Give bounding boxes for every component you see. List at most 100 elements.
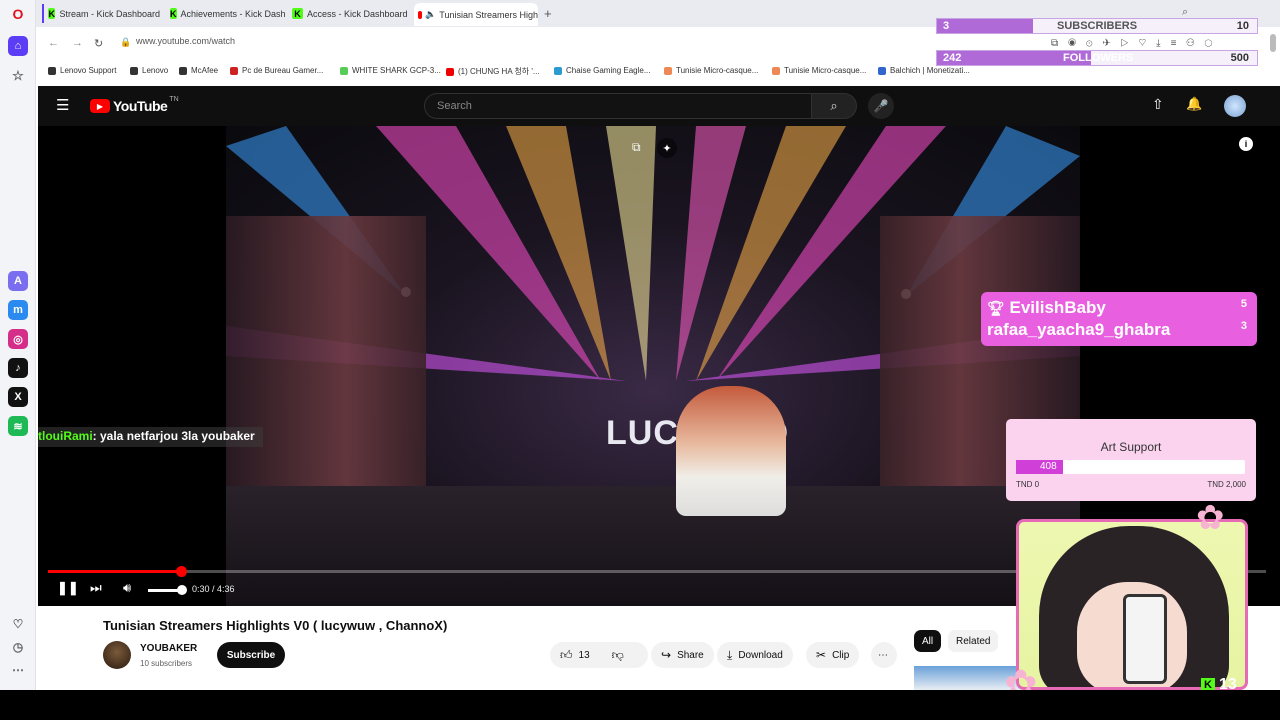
x-icon[interactable]: X: [8, 387, 28, 407]
subscribe-button[interactable]: Subscribe: [217, 642, 285, 668]
history-icon[interactable]: ◷: [8, 637, 28, 657]
phone-prop: [1123, 594, 1167, 684]
trophy-icon: 🏆︎: [987, 300, 1005, 316]
instagram-icon[interactable]: ◎: [8, 329, 28, 349]
channel-name[interactable]: YOUBAKER: [140, 643, 197, 654]
chip-all[interactable]: All: [914, 630, 942, 652]
goal-min: TND 0: [1016, 480, 1040, 489]
like-button[interactable]: 👍︎ 13 👎︎: [550, 642, 648, 668]
followers-goal: 500: [1230, 52, 1249, 64]
time-display: 0:30 / 4:36: [192, 584, 235, 594]
extension-icons: ⧉◉⊙✈▷♡⤓≡⚇⬡: [1051, 38, 1223, 49]
clip-button[interactable]: ✂ Clip: [806, 642, 860, 668]
bookmark[interactable]: Balchich | Monetizati...: [878, 66, 970, 75]
bookmark[interactable]: (1) CHUNG HA 청하 '...: [446, 66, 540, 77]
messenger-icon[interactable]: m: [8, 300, 28, 320]
vtuber-avatar: [1016, 519, 1248, 690]
next-icon[interactable]: ⏭: [90, 580, 102, 596]
sparkle-icon[interactable]: ✦: [657, 138, 677, 158]
aria-icon[interactable]: A: [8, 271, 28, 291]
channel-avatar[interactable]: [103, 641, 131, 669]
subscribers-goal-fill: [937, 19, 1033, 33]
scrollbar-handle[interactable]: [1270, 34, 1276, 52]
home-icon[interactable]: ⌂: [8, 36, 28, 56]
url-field[interactable]: www.youtube.com/watch: [136, 36, 235, 46]
download-icon: ⤓: [727, 647, 733, 662]
more-icon[interactable]: ⋯: [8, 660, 28, 680]
subscribers-goal: 10: [1236, 20, 1249, 32]
reload-icon[interactable]: ↻: [94, 37, 103, 50]
upload-icon[interactable]: ⇧: [1152, 96, 1164, 113]
seek-progress: [48, 570, 181, 573]
top-fan-row: 🏆︎ EvilishBaby 5: [987, 298, 1247, 317]
bookmark[interactable]: Tunisie Micro-casque...: [772, 66, 866, 75]
bell-icon[interactable]: 🔔: [1186, 96, 1202, 112]
volume-icon[interactable]: 🔊︎: [123, 580, 131, 596]
youtube-logo[interactable]: ▶ YouTube TN: [90, 96, 179, 114]
more-actions-button[interactable]: ⋯: [871, 642, 897, 668]
video-title: Tunisian Streamers Highlights V0 ( lucyw…: [103, 618, 448, 633]
bookmark[interactable]: McAfee: [179, 66, 218, 75]
screen: { "browser": { "tabs": [ {"label": "Stre…: [0, 0, 1280, 720]
flower-decoration-icon: ✿: [1196, 499, 1225, 537]
tab-youtube[interactable]: 🔈 Tunisian Streamers High: [414, 3, 538, 26]
account-avatar[interactable]: [1224, 95, 1246, 117]
goal-track: 408: [1016, 460, 1245, 474]
tab-kick-stream[interactable]: K Stream - Kick Dashboard: [42, 4, 160, 23]
bookmark[interactable]: Lenovo Support: [48, 66, 117, 75]
thumb-up-icon: 👍︎: [560, 647, 573, 662]
info-icon[interactable]: i: [1239, 137, 1253, 151]
youtube-icon: [418, 10, 423, 19]
share-button[interactable]: ↪ Share: [651, 642, 714, 668]
bookmark[interactable]: Pc de Bureau Gamer...: [230, 66, 323, 75]
subscribers-label: SUBSCRIBERS: [1057, 20, 1138, 32]
tiktok-icon[interactable]: ♪: [8, 358, 28, 378]
spotify-icon[interactable]: ≋: [8, 416, 28, 436]
chip-related[interactable]: Related: [948, 630, 999, 652]
scissors-icon: ✂: [816, 648, 827, 662]
share-icon: ↪: [661, 648, 672, 662]
star-icon[interactable]: ☆: [8, 66, 28, 86]
donation-goal-widget: Art Support 408 TND 0 TND 2,000: [1006, 419, 1256, 501]
speaker-icon: 🔈: [425, 9, 437, 19]
bookmark[interactable]: Lenovo: [130, 66, 168, 75]
stream-scene: LUCY SHO ⧉ ✦: [226, 126, 1080, 606]
volume-handle[interactable]: [177, 585, 187, 595]
search-icon[interactable]: ⌕: [811, 93, 857, 119]
followers-goal-bar: 242 FOLLOWERS 500: [936, 50, 1258, 66]
chat-message: ✚ chtlouiRami: yala netfarjou 3la youbak…: [38, 427, 263, 447]
opera-sidebar: O ⌂ ☆ A m ◎ ♪ X ≋ ♡ ◷ ⋯: [0, 0, 36, 690]
heart-icon[interactable]: ♡: [8, 614, 28, 634]
subscribers-goal-bar: 3 SUBSCRIBERS 10: [936, 18, 1258, 34]
seek-handle[interactable]: [175, 566, 187, 577]
lock-icon: 🔒: [120, 37, 132, 47]
goal-max: TND 2,000: [1207, 480, 1246, 489]
followers-current: 242: [943, 52, 962, 64]
search-input[interactable]: Search: [424, 93, 812, 119]
kick-icon: K: [48, 8, 56, 19]
opera-logo-icon[interactable]: O: [8, 4, 28, 24]
chat-username: chtlouiRami: [38, 429, 93, 443]
chat-text: : yala netfarjou 3la youbaker: [92, 429, 255, 443]
tab-kick-access[interactable]: K Access - Kick Dashboard: [288, 4, 408, 23]
goal-title: Art Support: [1100, 440, 1162, 454]
bookmark[interactable]: Chaise Gaming Eagle...: [554, 66, 651, 75]
miniplayer-icon[interactable]: ⧉: [632, 140, 641, 155]
pause-icon[interactable]: ❚❚: [57, 580, 79, 596]
dislike-icon[interactable]: 👎︎: [612, 648, 624, 663]
forward-icon[interactable]: →: [72, 37, 83, 49]
menu-icon[interactable]: ☰: [56, 96, 69, 114]
bookmark[interactable]: Tunisie Micro-casque...: [664, 66, 758, 75]
back-icon[interactable]: ←: [48, 37, 59, 49]
streamer-figure: [676, 386, 786, 516]
kick-icon: K: [170, 8, 177, 19]
bookmark[interactable]: WHITE SHARK GCP-3...: [340, 66, 441, 75]
download-button[interactable]: ⤓ Download: [717, 642, 793, 668]
goal-fill: 408: [1016, 460, 1063, 474]
screen-bottom-bar: [0, 690, 1280, 720]
mic-icon[interactable]: 🎤: [868, 93, 894, 119]
top-fans-widget: 🏆︎ EvilishBaby 5 rafaa_yaacha9_ghabra 3: [981, 292, 1257, 346]
new-tab-button[interactable]: +: [544, 6, 552, 21]
channel-subscribers: 10 subscribers: [140, 659, 193, 668]
tab-kick-achievements[interactable]: K Achievements - Kick Dashbo: [166, 4, 286, 23]
